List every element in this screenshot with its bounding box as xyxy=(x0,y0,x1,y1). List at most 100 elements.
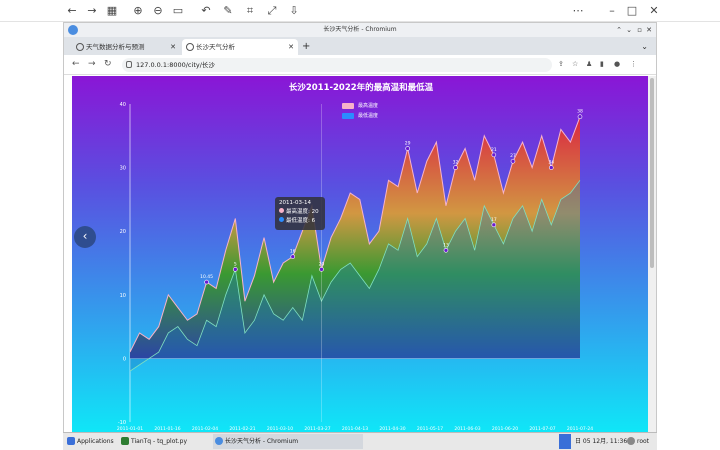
url-field[interactable]: 127.0.0.1:8000/city/长沙 xyxy=(122,58,552,72)
user-icon xyxy=(627,437,635,445)
data-label: 13 xyxy=(443,242,449,248)
data-point xyxy=(491,152,497,158)
data-point xyxy=(204,279,209,285)
grid-icon[interactable]: ▦ xyxy=(104,3,120,19)
tooltip-high-text: 最高温度: 20 xyxy=(286,209,319,215)
window-close-icon[interactable]: ✕ xyxy=(646,23,652,37)
data-label: 5 xyxy=(234,261,237,267)
taskbar-item-browser[interactable]: 长沙天气分析 - Chromium xyxy=(213,434,363,449)
tab-changsha[interactable]: 长沙天气分析 ✕ xyxy=(182,39,298,55)
workspace-icon[interactable] xyxy=(559,434,571,449)
minimize-icon[interactable]: – xyxy=(604,3,620,19)
applications-label: Applications xyxy=(77,438,114,445)
chart-page: 长沙2011-2022年的最高温和最低温 最高温度 最低温度 -10 0 10 20 3… xyxy=(72,76,650,436)
data-label: 21 xyxy=(491,147,497,153)
applications-menu[interactable]: Applications xyxy=(65,434,114,449)
extension-icon[interactable]: ♟ xyxy=(586,60,592,68)
editor-icon xyxy=(121,437,129,445)
globe-icon xyxy=(186,43,194,51)
previous-city-button[interactable]: ‹ xyxy=(74,226,96,248)
save-icon[interactable]: ⇩ xyxy=(286,3,302,19)
data-label: 16 xyxy=(290,249,296,255)
data-label: 10.45 xyxy=(200,274,213,280)
more-icon[interactable]: ⋯ xyxy=(570,3,586,19)
tab-close-icon[interactable]: ✕ xyxy=(170,39,176,55)
tab-label: 长沙天气分析 xyxy=(196,43,235,51)
y-tick-label: 20 xyxy=(120,229,126,235)
fit-icon[interactable]: ▭ xyxy=(170,3,186,19)
profile-icon[interactable]: ● xyxy=(614,60,620,68)
data-point xyxy=(443,247,449,253)
window-up-icon[interactable]: ⌃ xyxy=(616,23,622,37)
reload-icon[interactable]: ↻ xyxy=(104,59,112,69)
tooltip-low-dot xyxy=(279,217,284,222)
tooltip-low-text: 最低温度: 6 xyxy=(286,218,316,224)
taskbar-item-label: 长沙天气分析 - Chromium xyxy=(225,438,299,445)
tab-list-icon[interactable]: ⌄ xyxy=(641,39,648,55)
back-arrow-icon[interactable]: ← xyxy=(64,3,80,19)
y-tick-label: 10 xyxy=(120,293,126,299)
forward-icon[interactable]: → xyxy=(88,59,96,69)
close-icon[interactable]: ✕ xyxy=(646,3,662,19)
vertical-scrollbar[interactable] xyxy=(648,76,656,436)
taskbar-item-editor[interactable]: TianTq - tq_plot.py xyxy=(119,434,209,449)
info-icon xyxy=(126,61,132,68)
bookmark-star-icon[interactable]: ☆ xyxy=(572,60,578,68)
taskbar-item-label: TianTq - tq_plot.py xyxy=(131,438,188,445)
back-icon[interactable]: ← xyxy=(72,59,80,69)
url-text: 127.0.0.1:8000/city/长沙 xyxy=(136,61,215,69)
tooltip-low: 最低温度: 6 xyxy=(279,217,321,226)
share-icon[interactable]: ⇪ xyxy=(558,60,564,68)
data-label: 34 xyxy=(548,160,554,166)
tab-label: 天气数据分析与预测 xyxy=(86,43,145,51)
data-label: 20 xyxy=(319,261,325,267)
address-bar: ← → ↻ 127.0.0.1:8000/city/长沙 ⇪ ☆ ♟ ▮ ● ⋮ xyxy=(64,55,656,75)
tooltip-date: 2011-03-14 xyxy=(279,200,311,206)
tab-close-icon[interactable]: ✕ xyxy=(288,39,294,55)
data-label: 29 xyxy=(405,141,411,147)
tooltip: 2011-03-14 最高温度: 20 最低温度: 6 xyxy=(275,197,325,230)
scroll-thumb[interactable] xyxy=(650,78,654,268)
crop-icon[interactable]: ⌗ xyxy=(242,3,258,19)
y-tick-label: -10 xyxy=(118,420,126,426)
data-point xyxy=(577,114,583,120)
sidepanel-icon[interactable]: ▮ xyxy=(600,60,604,68)
new-tab-icon[interactable]: + xyxy=(302,39,310,55)
temperature-chart: -10 0 10 20 30 40 10.45 16 20 29 32 21 27 34 38 5 13 17 20… xyxy=(117,102,593,432)
data-point xyxy=(548,165,554,170)
chromium-logo-icon xyxy=(68,25,78,35)
taskbar: Applications TianTq - tq_plot.py 长沙天气分析 … xyxy=(63,432,657,450)
y-tick-label: 0 xyxy=(123,356,126,362)
user-label: root xyxy=(625,434,649,449)
data-label: 32 xyxy=(453,160,459,166)
zoom-in-icon[interactable]: ⊕ xyxy=(130,3,146,19)
maximize-icon[interactable]: □ xyxy=(624,3,640,19)
window-maximize-icon[interactable]: ▫ xyxy=(637,23,642,37)
fullscreen-icon[interactable]: ⤢ xyxy=(264,3,280,19)
data-point xyxy=(510,158,516,164)
data-point xyxy=(453,165,458,170)
data-label: 27 xyxy=(510,153,516,159)
globe-icon xyxy=(76,43,84,51)
window-title: 长沙天气分析 - Chromium xyxy=(323,26,397,33)
tab-weather-analysis[interactable]: 天气数据分析与预测 ✕ xyxy=(72,39,180,55)
browser-window: 长沙天气分析 - Chromium ⌃ ⌄ ▫ ✕ 天气数据分析与预测 ✕ 长沙… xyxy=(63,22,657,450)
clock: 日 05 12月, 11:36 xyxy=(575,438,628,445)
data-point xyxy=(233,267,238,272)
edit-icon[interactable]: ✎ xyxy=(220,3,236,19)
forward-arrow-icon[interactable]: → xyxy=(84,3,100,19)
chromium-icon xyxy=(215,437,223,445)
user-name: root xyxy=(637,438,650,445)
data-label: 17 xyxy=(491,217,497,223)
data-point xyxy=(319,267,324,272)
data-point xyxy=(405,146,410,151)
data-point xyxy=(290,254,296,259)
rotate-icon[interactable]: ↶ xyxy=(198,3,214,19)
menu-icon[interactable]: ⋮ xyxy=(630,60,637,68)
y-tick-label: 30 xyxy=(120,166,126,172)
zoom-out-icon[interactable]: ⊖ xyxy=(150,3,166,19)
tooltip-high: 最高温度: 20 xyxy=(279,208,321,217)
window-down-icon[interactable]: ⌄ xyxy=(626,23,632,37)
applications-icon xyxy=(67,437,75,445)
data-label: 38 xyxy=(577,109,583,115)
